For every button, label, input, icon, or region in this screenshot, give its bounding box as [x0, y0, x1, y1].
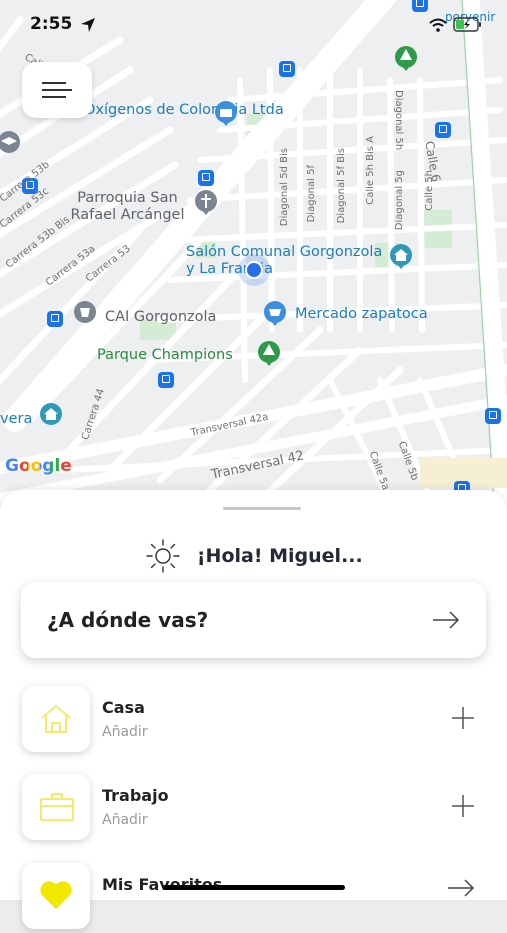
building-pin-icon[interactable]: [38, 402, 64, 428]
church-pin-icon[interactable]: [193, 189, 219, 215]
community-hall-pin-icon[interactable]: [388, 243, 414, 269]
bus-stop-icon[interactable]: [47, 311, 63, 327]
store-pin-icon[interactable]: [213, 100, 239, 126]
park-pin-icon[interactable]: [256, 340, 282, 366]
poi-cai-label[interactable]: CAI Gorgonzola: [105, 309, 216, 326]
poi-parroquia-label[interactable]: Parroquia San Rafael Arcángel: [60, 190, 195, 224]
place-title: Trabajo: [102, 786, 169, 805]
battery-icon: [453, 17, 481, 32]
bus-stop-icon[interactable]: [279, 61, 295, 77]
destination-prompt: ¿A dónde vas?: [47, 608, 209, 632]
home-indicator: [163, 885, 345, 890]
arrow-right-icon: [433, 611, 460, 629]
greeting-text: ¡Hola! Miguel...: [196, 545, 363, 567]
destination-search-button[interactable]: ¿A dónde vas?: [21, 582, 486, 658]
street-label: Diagonal 5h: [393, 90, 404, 151]
plus-icon[interactable]: [451, 706, 475, 730]
plus-icon[interactable]: [451, 794, 475, 818]
house-icon: [41, 705, 71, 733]
briefcase-icon: [40, 793, 74, 821]
poi-mercado-label[interactable]: Mercado zapatoca: [295, 306, 428, 323]
menu-button[interactable]: [22, 62, 92, 118]
menu-line: [42, 82, 66, 84]
street-label: Diagonal 5g: [394, 170, 405, 231]
bus-stop-icon[interactable]: [485, 408, 501, 424]
school-pin-icon[interactable]: [0, 130, 22, 156]
greeting: ¡Hola! Miguel...: [0, 537, 507, 575]
place-subtitle: Añadir: [102, 724, 148, 740]
menu-line: [42, 96, 66, 98]
saved-place-home[interactable]: Casa Añadir: [22, 686, 487, 756]
sheet-drag-handle[interactable]: [223, 507, 301, 510]
status-time: 2:55: [30, 14, 73, 34]
home-icon-tile: [22, 686, 90, 752]
poi-salon-comunal-label[interactable]: Salón Comunal Gorgonzola y La Francia: [186, 244, 386, 278]
bottom-sheet: ¡Hola! Miguel... ¿A dónde vas? Casa Añad…: [0, 490, 507, 929]
place-title: Casa: [102, 698, 145, 717]
sun-icon: [146, 539, 180, 573]
saved-place-favorites[interactable]: Mis Favoritos: [22, 863, 487, 933]
google-logo-text: Google: [5, 456, 72, 476]
google-attribution: Google: [5, 456, 72, 476]
bus-stop-icon[interactable]: [198, 170, 214, 186]
wifi-icon: [429, 18, 447, 32]
street-label: Diagonal 5f: [306, 165, 317, 223]
favorites-icon-tile: [22, 863, 90, 929]
place-subtitle: Añadir: [102, 812, 148, 828]
police-pin-icon[interactable]: [72, 300, 98, 326]
heart-icon: [40, 881, 72, 909]
menu-line: [42, 89, 72, 91]
poi-partial-label: vera: [0, 411, 33, 427]
street-label: Diagonal 5f Bis: [336, 148, 347, 224]
poi-oxigenos-label[interactable]: Oxígenos de Colombia Ltda: [84, 102, 284, 119]
location-arrow-icon: [81, 18, 95, 32]
bus-stop-icon[interactable]: [158, 372, 174, 388]
street-label: Calle 5h Bis A: [365, 136, 376, 205]
saved-place-work[interactable]: Trabajo Añadir: [22, 774, 487, 844]
poi-parque-label[interactable]: Parque Champions: [97, 347, 233, 363]
street-label: Calle 5h: [424, 170, 435, 211]
arrow-right-icon[interactable]: [447, 879, 475, 897]
current-location-icon[interactable]: [237, 253, 271, 287]
street-label: Diagonal 5d Bis: [279, 148, 290, 227]
status-bar: 2:55: [0, 0, 507, 50]
work-icon-tile: [22, 774, 90, 840]
bus-stop-icon[interactable]: [435, 122, 451, 138]
market-pin-icon[interactable]: [262, 300, 288, 326]
